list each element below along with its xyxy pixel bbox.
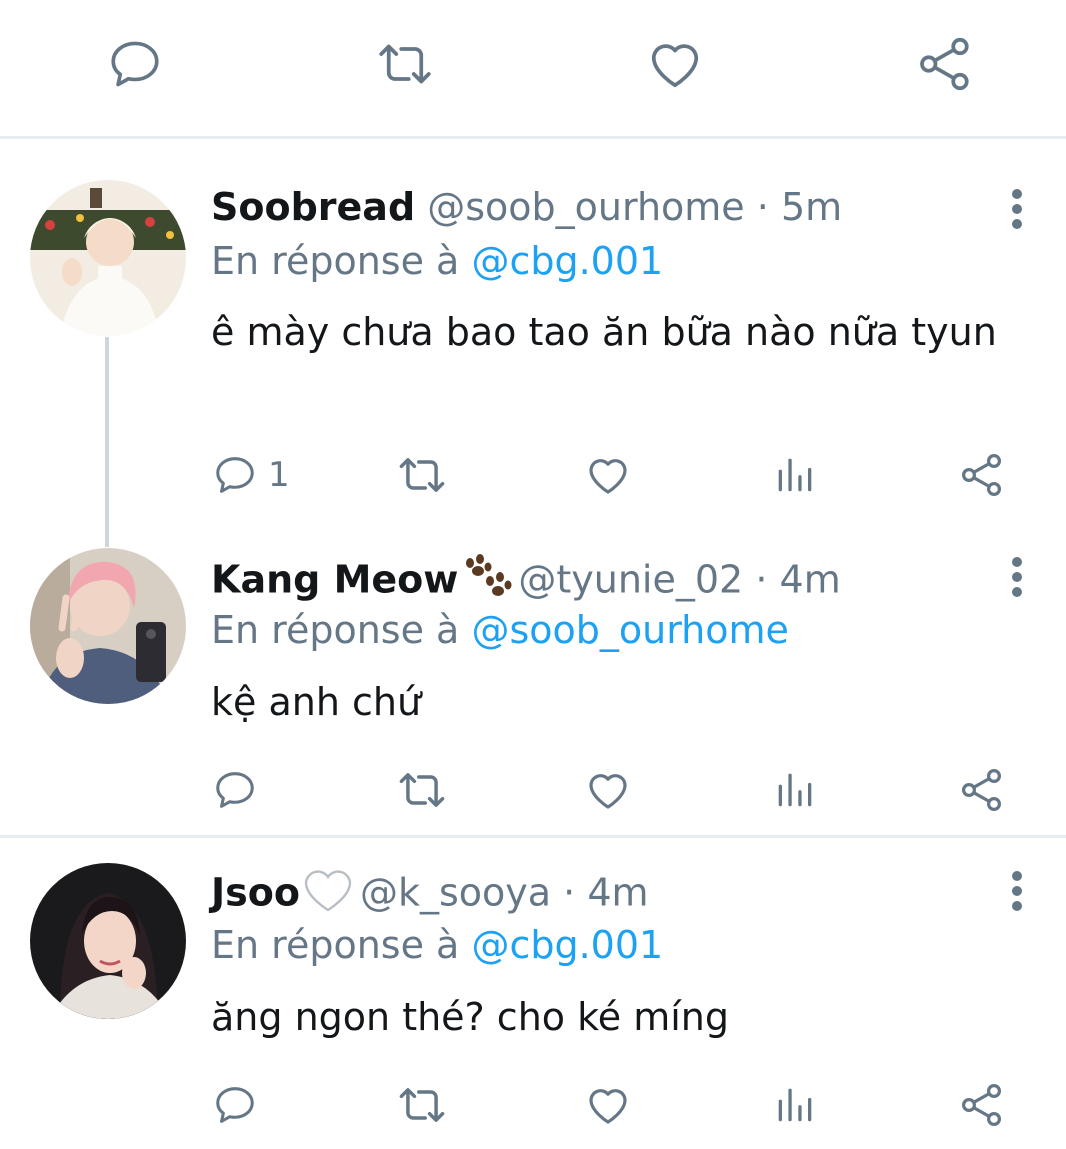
username[interactable]: @k_sooya — [360, 871, 551, 915]
retweet-icon — [379, 44, 431, 84]
reply-prefix: En réponse à — [211, 923, 460, 967]
main-tweet-action-bar — [0, 0, 1066, 138]
timestamp[interactable]: 4m — [780, 558, 841, 602]
reply-count: 1 — [268, 455, 290, 495]
timestamp[interactable]: 4m — [587, 871, 648, 915]
share-button[interactable] — [958, 760, 1006, 820]
reply-prefix: En réponse à — [211, 239, 460, 283]
like-icon — [651, 44, 699, 88]
share-icon — [961, 1083, 1002, 1126]
more-vertical-icon — [1012, 189, 1022, 229]
like-button[interactable] — [584, 760, 632, 820]
reply-icon — [216, 457, 254, 493]
tweet-action-bar — [0, 1075, 1066, 1135]
tweet-text: ăng ngon thé? cho ké míng — [211, 995, 729, 1039]
like-button[interactable] — [645, 34, 705, 94]
share-button[interactable] — [958, 445, 1006, 505]
share-icon — [961, 768, 1002, 811]
retweet-button[interactable] — [375, 34, 435, 94]
share-button[interactable] — [915, 34, 975, 94]
more-options-button[interactable] — [995, 552, 1039, 602]
separator: · — [563, 870, 576, 915]
display-name[interactable]: Soobread — [211, 185, 415, 229]
paw-prints-emoji — [460, 553, 512, 611]
tweet-text: ê mày chưa bao tao ăn bữa nào nữa tyun — [211, 310, 997, 354]
reply-context: En réponse à @cbg.001 — [211, 238, 663, 284]
like-icon — [589, 459, 627, 494]
thread-connector — [105, 337, 109, 547]
divider — [0, 835, 1066, 838]
mention-link[interactable]: @cbg.001 — [471, 239, 663, 283]
retweet-icon — [399, 458, 445, 492]
more-vertical-icon — [1012, 871, 1022, 911]
display-name[interactable]: Jsoo — [211, 871, 300, 915]
display-name[interactable]: Kang Meow — [211, 558, 458, 602]
retweet-icon — [399, 773, 445, 807]
retweet-button[interactable] — [396, 1075, 448, 1135]
reply-icon — [216, 1087, 254, 1123]
like-icon — [589, 1089, 627, 1124]
tweet-header: Kang Meow @tyunie_02 · 4m — [211, 553, 841, 611]
like-button[interactable] — [584, 1075, 632, 1135]
analytics-icon — [778, 458, 812, 492]
separator: · — [755, 557, 768, 602]
avatar[interactable] — [30, 863, 186, 1019]
white-heart-emoji — [302, 867, 354, 923]
tweet-action-bar: 1 — [0, 445, 1066, 505]
retweet-icon — [399, 1088, 445, 1122]
reply-icon — [216, 772, 254, 808]
avatar[interactable] — [30, 548, 186, 704]
reply-icon — [111, 41, 159, 87]
avatar[interactable] — [30, 180, 186, 336]
analytics-icon — [778, 773, 812, 807]
tweet-text: kệ anh chứ — [211, 680, 422, 724]
share-icon — [961, 453, 1002, 496]
analytics-button[interactable] — [773, 1075, 817, 1135]
like-button[interactable] — [584, 445, 632, 505]
tweet-header: Soobread @soob_ourhome · 5m — [211, 184, 842, 230]
analytics-icon — [778, 1088, 812, 1122]
retweet-button[interactable] — [396, 445, 448, 505]
separator: · — [756, 185, 769, 229]
share-icon — [920, 37, 969, 91]
more-options-button[interactable] — [995, 866, 1039, 916]
reply-context: En réponse à @soob_ourhome — [211, 607, 789, 653]
share-button[interactable] — [958, 1075, 1006, 1135]
reply-prefix: En réponse à — [211, 608, 460, 652]
divider — [0, 136, 1066, 139]
username[interactable]: @tyunie_02 — [518, 558, 743, 602]
reply-context: En réponse à @cbg.001 — [211, 922, 663, 968]
reply-button[interactable] — [105, 34, 165, 94]
tweet-action-bar — [0, 760, 1066, 820]
mention-link[interactable]: @soob_ourhome — [471, 608, 788, 652]
more-vertical-icon — [1012, 557, 1022, 597]
username[interactable]: @soob_ourhome — [427, 185, 744, 229]
analytics-button[interactable] — [773, 445, 817, 505]
reply-button[interactable]: 1 — [212, 445, 290, 505]
reply-button[interactable] — [212, 760, 258, 820]
retweet-button[interactable] — [396, 760, 448, 820]
reply-button[interactable] — [212, 1075, 258, 1135]
like-icon — [589, 774, 627, 809]
more-options-button[interactable] — [995, 184, 1039, 234]
mention-link[interactable]: @cbg.001 — [471, 923, 663, 967]
timestamp[interactable]: 5m — [781, 185, 842, 229]
tweet-header: Jsoo @k_sooya · 4m — [211, 867, 649, 923]
analytics-button[interactable] — [773, 760, 817, 820]
